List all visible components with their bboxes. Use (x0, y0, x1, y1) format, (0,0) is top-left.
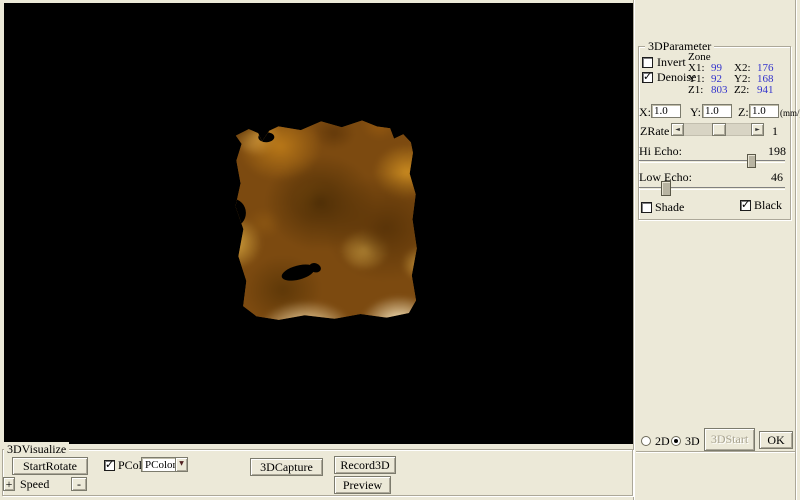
start-rotate-button[interactable]: StartRotate (12, 457, 88, 475)
ok-button[interactable]: OK (759, 431, 793, 449)
zrate-scrollbar-thumb[interactable] (712, 123, 726, 136)
window-right-border (795, 0, 797, 500)
zone-z2-label: Z2: (734, 84, 749, 97)
zrate-scrollbar[interactable]: ◄ ► (671, 123, 764, 136)
speed-minus-button[interactable]: - (71, 477, 87, 491)
hi-echo-slider-thumb[interactable] (747, 154, 756, 168)
pcolor-dropdown[interactable]: PColor ▼ (141, 457, 188, 472)
volume-render-image[interactable] (230, 111, 420, 323)
preview-button[interactable]: Preview (334, 476, 391, 494)
render-viewport[interactable] (4, 3, 633, 444)
render-texture (214, 95, 437, 340)
mode-3d-radio[interactable] (671, 436, 681, 446)
low-echo-slider-thumb[interactable] (661, 181, 671, 196)
scale-y-label: Y: (690, 106, 701, 119)
zrate-label: ZRate (640, 125, 669, 138)
shade-checkbox[interactable]: ✓ (641, 202, 652, 213)
dropdown-arrow-icon[interactable]: ▼ (175, 458, 187, 471)
panel-divider (633, 0, 635, 500)
denoise-checkbox[interactable]: ✓ (642, 72, 653, 83)
zone-z1-label: Z1: (688, 84, 703, 97)
black-label: Black (754, 199, 782, 212)
pcolor-dropdown-value: PColor (145, 459, 176, 471)
zone-z1-value: 803 (711, 84, 728, 97)
scale-z-input[interactable] (749, 104, 779, 118)
invert-checkbox[interactable]: ✓ (642, 57, 653, 68)
scale-x-input[interactable] (651, 104, 681, 118)
scale-z-label: Z: (738, 106, 749, 119)
mode-2d-label: 2D (655, 435, 670, 448)
mode-3d-label: 3D (685, 435, 700, 448)
black-checkbox[interactable]: ✓ (740, 200, 751, 211)
check-icon: ✓ (643, 70, 652, 83)
scroll-right-icon[interactable]: ► (751, 123, 764, 136)
low-echo-value: 46 (771, 171, 783, 184)
scale-x-label: X: (639, 106, 651, 119)
speed-label: Speed (20, 478, 49, 491)
check-icon: ✓ (105, 458, 114, 471)
hi-echo-label: Hi Echo: (639, 145, 682, 158)
record3d-button[interactable]: Record3D (334, 456, 396, 474)
mode-2d-radio[interactable] (641, 436, 651, 446)
right-panel-separator (636, 451, 795, 453)
visualize-group-title: 3DVisualize (4, 442, 69, 456)
pcolor-checkbox[interactable]: ✓ (104, 460, 115, 471)
hi-echo-value: 198 (768, 145, 786, 158)
zrate-value: 1 (772, 125, 778, 138)
3dcapture-button[interactable]: 3DCapture (250, 458, 323, 476)
scale-unit-label: (mm/p) (780, 107, 800, 120)
hi-echo-slider-track[interactable] (639, 160, 785, 163)
scroll-left-icon[interactable]: ◄ (671, 123, 684, 136)
scale-y-input[interactable] (702, 104, 732, 118)
speed-plus-button[interactable]: + (3, 477, 15, 491)
invert-label: Invert (657, 56, 686, 69)
check-icon: ✓ (741, 198, 750, 211)
3dstart-button[interactable]: 3DStart (704, 428, 755, 451)
zone-z2-value: 941 (757, 84, 774, 97)
shade-label: Shade (655, 201, 684, 214)
